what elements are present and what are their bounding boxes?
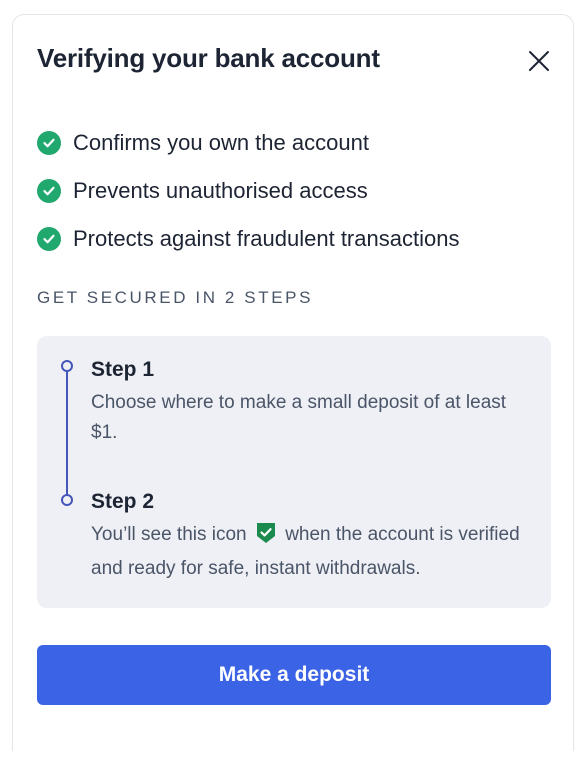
check-circle-icon [37, 131, 61, 155]
step-1: Step 1 Choose where to make a small depo… [91, 356, 531, 448]
check-circle-icon [37, 227, 61, 251]
close-button[interactable] [522, 44, 556, 78]
steps-panel: Step 1 Choose where to make a small depo… [37, 336, 551, 608]
benefit-text: Prevents unauthorised access [73, 178, 368, 203]
step-2: Step 2 You’ll see this icon when the acc… [91, 488, 531, 584]
verify-bank-modal: Verifying your bank account Confirms you… [12, 14, 574, 751]
benefit-item: Protects against fraudulent transactions [37, 215, 459, 263]
timeline-dot [61, 494, 73, 506]
benefit-item: Prevents unauthorised access [37, 167, 459, 215]
step-title: Step 2 [91, 490, 155, 513]
modal-title: Verifying your bank account [37, 43, 380, 73]
benefit-item: Confirms you own the account [37, 119, 459, 167]
step-description: You’ll see this icon when the account is… [91, 520, 531, 584]
step-description-part: You’ll see this icon [91, 524, 247, 545]
check-circle-icon [37, 179, 61, 203]
benefit-text: Protects against fraudulent transactions [73, 226, 460, 251]
timeline-line [66, 372, 68, 502]
step-title: Step 1 [91, 358, 155, 381]
step-description: Choose where to make a small deposit of … [91, 392, 507, 443]
benefits-list: Confirms you own the account Prevents un… [37, 119, 459, 263]
steps-heading: GET SECURED IN 2 STEPS [37, 288, 314, 307]
benefit-text: Confirms you own the account [73, 130, 369, 155]
make-deposit-button[interactable]: Make a deposit [37, 645, 551, 705]
verified-shield-icon [256, 522, 276, 554]
close-icon [529, 51, 549, 71]
timeline-dot [61, 360, 73, 372]
